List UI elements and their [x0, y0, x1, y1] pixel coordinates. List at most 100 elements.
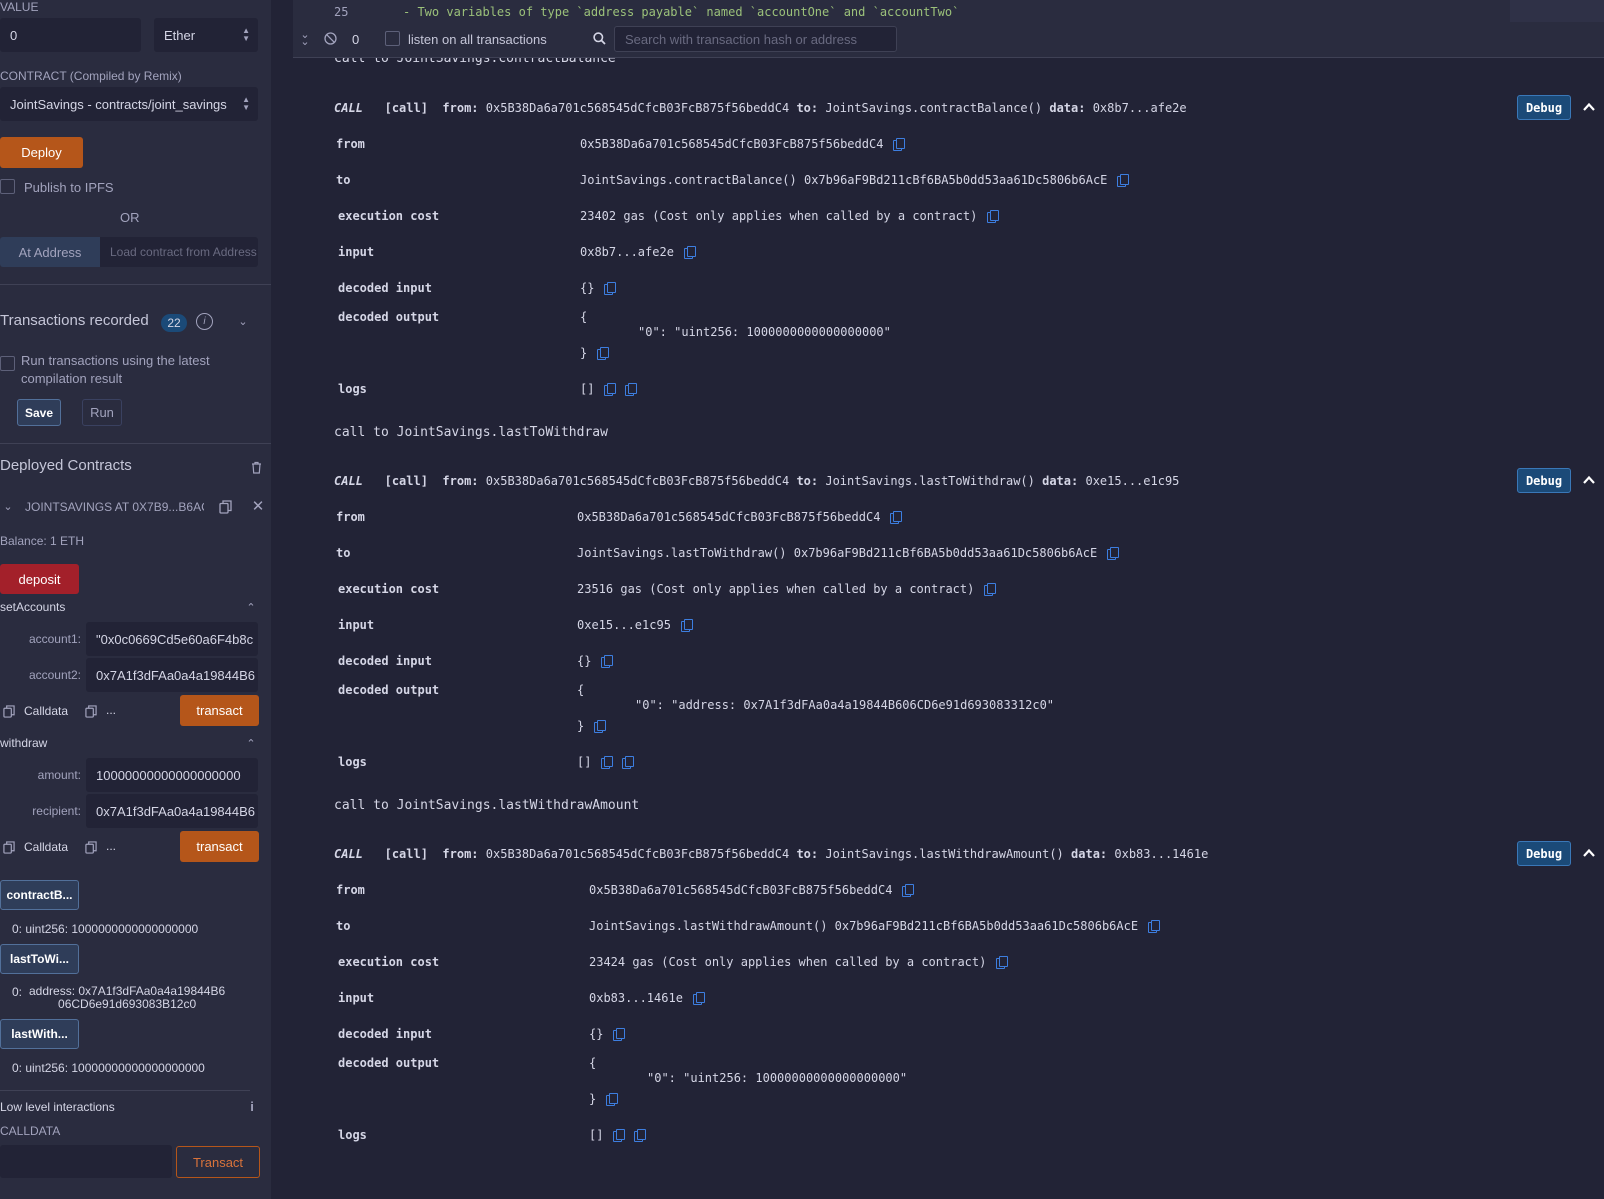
- copy-icon[interactable]: [597, 347, 610, 360]
- close-icon[interactable]: ✕: [251, 498, 265, 515]
- copy-icon[interactable]: [3, 841, 15, 854]
- decoded-output-key: decoded output: [338, 310, 440, 324]
- decoded-output-value: "0": "uint256: 1000000000000000000": [638, 325, 891, 339]
- info-icon[interactable]: i: [248, 1098, 256, 1114]
- copy-icon[interactable]: [683, 246, 696, 259]
- contract-balance-button[interactable]: contractB...: [0, 880, 79, 910]
- decoded-output-value: "0": "uint256: 10000000000000000000": [647, 1071, 908, 1085]
- copy-icon[interactable]: [1107, 547, 1120, 560]
- copy-icon[interactable]: [692, 992, 705, 1005]
- pending-tx-count: 0: [352, 32, 360, 47]
- collapse-terminal-icon[interactable]: ⌄ ⌄: [299, 30, 311, 48]
- copy-icon[interactable]: [1117, 174, 1130, 187]
- withdraw-transact-button[interactable]: transact: [180, 831, 259, 862]
- copy-icon[interactable]: [613, 1028, 626, 1041]
- decoded-output-close-text: }: [589, 1092, 597, 1106]
- to-key: to: [336, 919, 351, 933]
- copy-icon[interactable]: [3, 705, 15, 718]
- copy-icon[interactable]: [987, 210, 1000, 223]
- code-line: - Two variables of type `address payable…: [403, 5, 960, 19]
- copy-icon[interactable]: [218, 500, 232, 514]
- tx-to: JointSavings.lastToWithdraw(): [825, 474, 1035, 488]
- low-level-label: Low level interactions: [0, 1100, 115, 1114]
- amount-input[interactable]: 10000000000000000000: [86, 758, 258, 792]
- decoded-output-open: {: [580, 310, 588, 324]
- from-key: from: [336, 510, 365, 524]
- copy-icon[interactable]: [594, 720, 607, 733]
- account1-input[interactable]: "0x0c0669Cd5e60a6F4b8c: [86, 622, 258, 656]
- chevron-down-icon[interactable]: ⌄: [2, 500, 14, 513]
- tx-summary[interactable]: CALL [call] from: 0x5B38Da6a701c568545dC…: [334, 847, 1208, 861]
- run-latest-checkbox[interactable]: [0, 356, 15, 371]
- listen-all-checkbox[interactable]: [385, 31, 400, 46]
- value-label: VALUE: [0, 0, 39, 14]
- copy-icon[interactable]: [996, 956, 1009, 969]
- save-button[interactable]: Save: [17, 399, 61, 426]
- value-input[interactable]: 0: [0, 18, 141, 52]
- minimap[interactable]: [1510, 0, 1604, 22]
- tx-to-label: to:: [796, 101, 819, 115]
- last-to-withdraw-button[interactable]: lastToWi...: [0, 944, 79, 974]
- to-key: to: [336, 173, 351, 187]
- divider: [0, 1090, 250, 1091]
- copy-icon[interactable]: [625, 383, 638, 396]
- unit-select[interactable]: Ether ▲ ▼: [154, 18, 258, 52]
- account2-input[interactable]: 0x7A1f3dFAa0a4a19844B6: [86, 658, 258, 692]
- chevron-up-icon[interactable]: ⌃: [245, 737, 257, 750]
- copy-icon[interactable]: [890, 511, 903, 524]
- deposit-button[interactable]: deposit: [0, 564, 79, 594]
- tx-summary[interactable]: CALL [call] from: 0x5B38Da6a701c568545dC…: [334, 101, 1187, 115]
- decoded-input-value: {}: [589, 1027, 626, 1041]
- copy-icon[interactable]: [613, 1129, 626, 1142]
- copy-icon[interactable]: [85, 841, 97, 854]
- low-level-transact-button[interactable]: Transact: [176, 1146, 260, 1178]
- deploy-button[interactable]: Deploy: [0, 137, 83, 168]
- set-accounts-transact-button[interactable]: transact: [180, 695, 259, 726]
- copy-icon[interactable]: [902, 884, 915, 897]
- debug-button[interactable]: Debug: [1517, 841, 1571, 866]
- chevron-down-icon[interactable]: ⌄: [236, 312, 250, 330]
- decoded-output-close: }: [580, 346, 610, 360]
- copy-icon[interactable]: [634, 1129, 647, 1142]
- clear-console-icon[interactable]: [324, 32, 337, 45]
- copy-icon[interactable]: [893, 138, 906, 151]
- at-address-input[interactable]: Load contract from Address: [100, 237, 258, 267]
- copy-icon[interactable]: [984, 583, 997, 596]
- copy-icon[interactable]: [622, 756, 635, 769]
- tx-summary[interactable]: CALL [call] from: 0x5B38Da6a701c568545dC…: [334, 474, 1179, 488]
- chevron-up-icon[interactable]: ⌃: [245, 601, 257, 614]
- run-latest-label: Run transactions using the latest compil…: [21, 352, 210, 388]
- contract-select-value: JointSavings - contracts/joint_savings: [10, 96, 227, 112]
- chevron-up-icon[interactable]: [1582, 100, 1596, 114]
- calldata-input[interactable]: [0, 1145, 172, 1178]
- copy-icon[interactable]: [604, 282, 617, 295]
- chevron-up-icon[interactable]: [1582, 846, 1596, 860]
- scrollbar[interactable]: [271, 0, 284, 1199]
- at-address-button[interactable]: At Address: [0, 237, 100, 267]
- debug-button[interactable]: Debug: [1517, 95, 1571, 120]
- chevron-up-icon[interactable]: [1582, 473, 1596, 487]
- copy-icon[interactable]: [604, 383, 617, 396]
- debug-button[interactable]: Debug: [1517, 468, 1571, 493]
- copy-icon[interactable]: [85, 705, 97, 718]
- calldata-title: CALLDATA: [0, 1124, 61, 1138]
- tx-from-label: from:: [442, 101, 479, 115]
- tx-from-label: from:: [442, 474, 479, 488]
- copy-icon[interactable]: [1148, 920, 1161, 933]
- unit-select-value: Ether: [164, 27, 196, 43]
- contract-select[interactable]: JointSavings - contracts/joint_savings ▲…: [0, 87, 258, 121]
- trash-icon[interactable]: [249, 460, 263, 475]
- recipient-input[interactable]: 0x7A1f3dFAa0a4a19844B6: [86, 794, 258, 828]
- last-withdraw-amount-button[interactable]: lastWith...: [0, 1019, 79, 1049]
- copy-icon[interactable]: [601, 655, 614, 668]
- run-button[interactable]: Run: [82, 399, 122, 426]
- copy-icon[interactable]: [606, 1093, 619, 1106]
- copy-icon[interactable]: [680, 619, 693, 632]
- account1-label: account1:: [28, 632, 81, 646]
- info-icon[interactable]: i: [196, 313, 213, 330]
- copy-icon[interactable]: [601, 756, 614, 769]
- decoded-output-open: {: [577, 683, 585, 697]
- terminal-search-input[interactable]: Search with transaction hash or address: [614, 26, 897, 52]
- tx-to-label: to:: [796, 474, 819, 488]
- publish-ipfs-checkbox[interactable]: [0, 179, 15, 194]
